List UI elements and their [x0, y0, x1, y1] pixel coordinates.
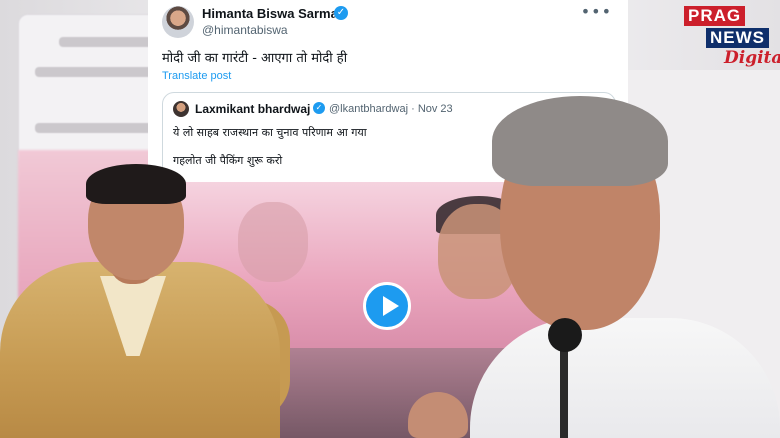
play-button-icon[interactable] — [363, 282, 411, 330]
quoted-verified-badge-icon: ✓ — [313, 102, 325, 114]
author-handle[interactable]: @himantabiswa — [202, 23, 288, 37]
translate-post-link[interactable]: Translate post — [162, 70, 231, 82]
prag-news-logo: PRAG NEWS Digital — [680, 6, 780, 70]
microphone-icon — [548, 318, 582, 352]
more-options-icon[interactable]: ••• — [581, 2, 612, 21]
quoted-text-line-1: ये लो साहब राजस्थान का चुनाव परिणाम आ गय… — [173, 126, 367, 139]
quoted-handle-date: @lkantbhardwaj · Nov 23 — [329, 103, 453, 115]
left-person-hair — [86, 164, 186, 204]
author-avatar[interactable] — [162, 6, 194, 38]
quoted-author-avatar — [173, 101, 189, 117]
verified-badge-icon: ✓ — [334, 6, 348, 20]
logo-prag: PRAG — [684, 6, 746, 26]
tweet-text: मोदी जी का गारंटी - आएगा तो मोदी ही — [162, 51, 348, 66]
quoted-text-line-2: गहलोत जी पैकिंग शुरू करो — [173, 154, 283, 167]
logo-news: NEWS — [706, 28, 769, 48]
video-poster-figure — [238, 202, 308, 282]
logo-digital: Digital — [724, 48, 780, 68]
quoted-author-name: Laxmikant bhardwaj — [195, 102, 311, 116]
right-person-hair — [492, 96, 668, 186]
microphone-stand — [560, 348, 568, 438]
author-name[interactable]: Himanta Biswa Sarma — [202, 6, 338, 21]
